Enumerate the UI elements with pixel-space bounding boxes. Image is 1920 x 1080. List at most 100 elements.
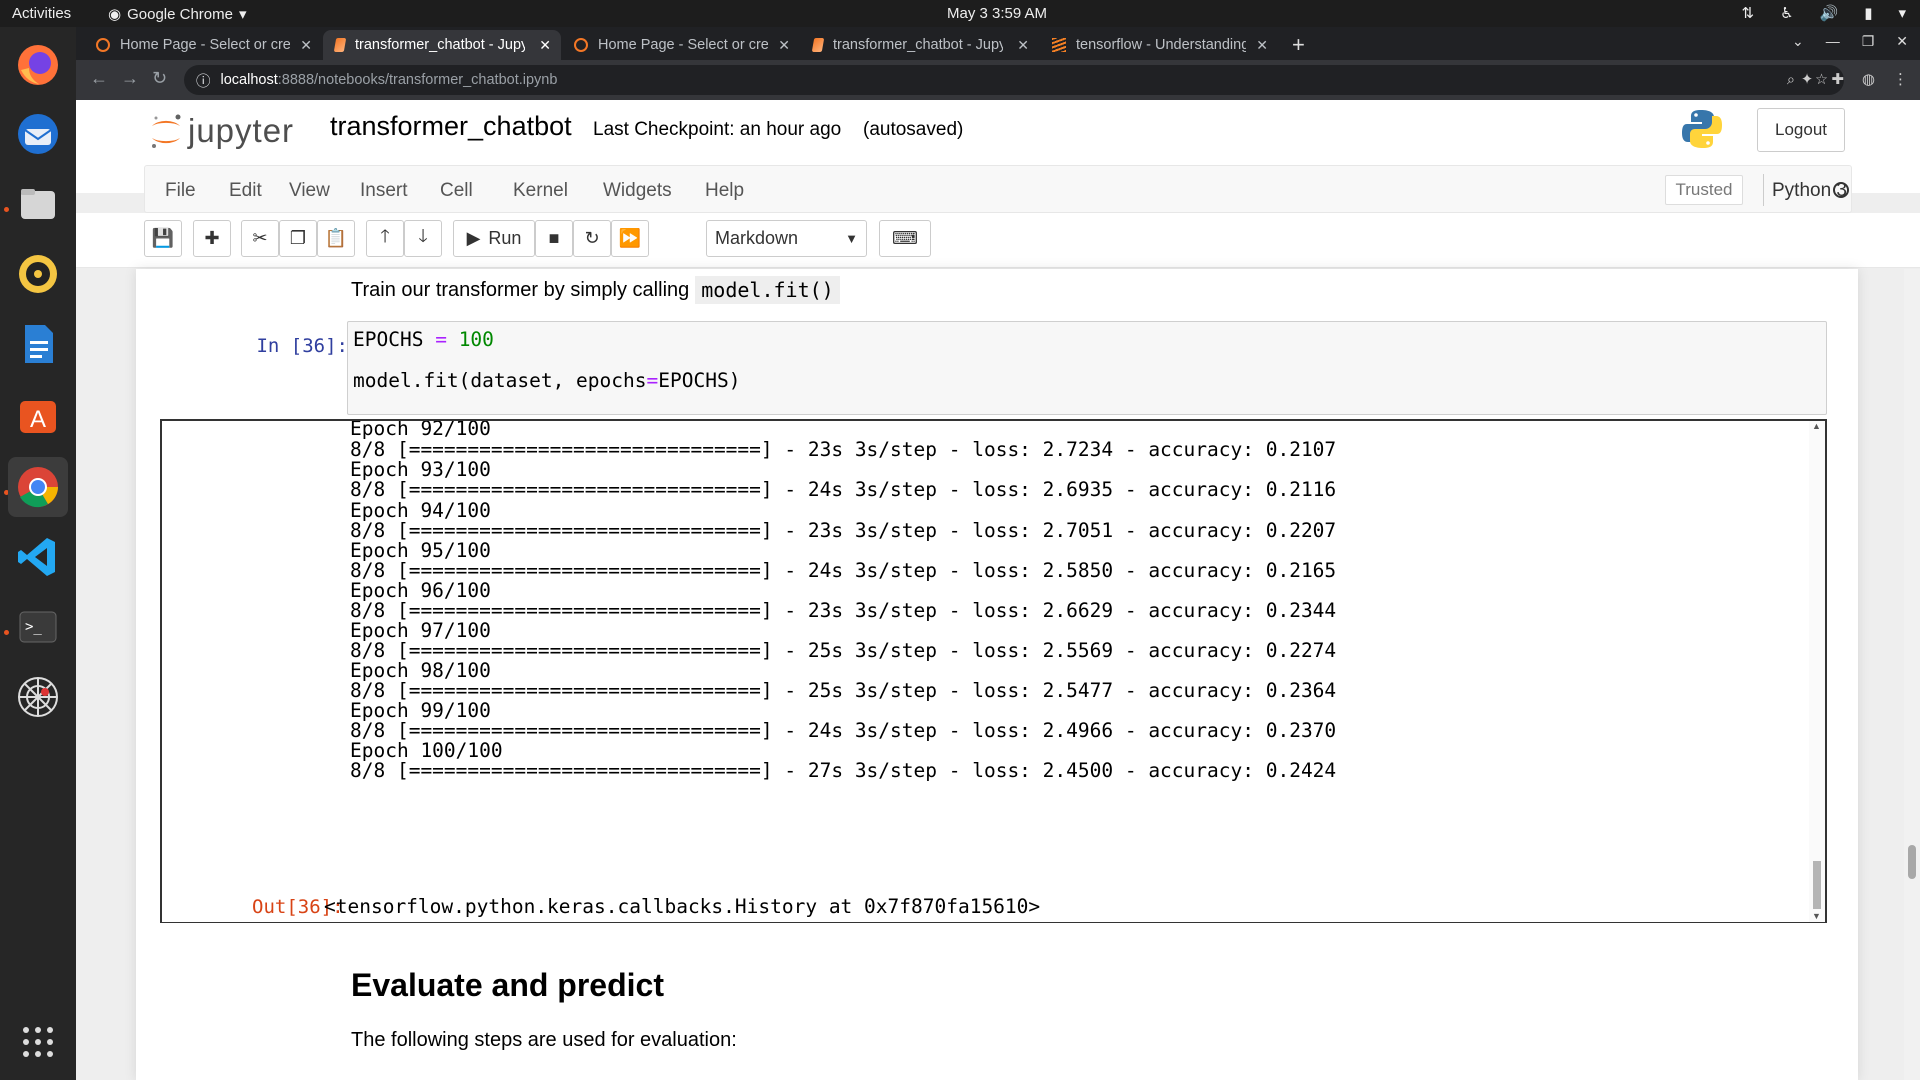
interrupt-button[interactable]: ■	[535, 220, 573, 257]
command-palette-button[interactable]: ⌨	[879, 220, 931, 257]
tab-notebook-2[interactable]: transformer_chatbot - Jupyter ✕	[801, 30, 1039, 60]
menu-help[interactable]: Help	[705, 180, 744, 202]
profile-avatar[interactable]: ◍	[1862, 70, 1875, 88]
svg-text:A: A	[30, 406, 46, 433]
cell-type-select[interactable]: Markdown ▼	[706, 220, 867, 257]
show-apps-button[interactable]	[8, 1012, 68, 1072]
restart-run-all-button[interactable]: ⏩	[611, 220, 649, 257]
clock[interactable]: May 3 3:59 AM	[947, 5, 1047, 22]
terminal-icon: >_	[19, 611, 57, 643]
page-scrollbar[interactable]	[1904, 269, 1920, 1080]
system-tray[interactable]: ⇅ ♿ 🔊 ▮ ▾	[1741, 4, 1906, 22]
output-line: 8/8 [==============================] - 2…	[350, 679, 1337, 702]
notebook-icon	[811, 38, 825, 52]
code-line: model.fit(dataset, epochs=EPOCHS)	[353, 369, 741, 392]
dock-terminal[interactable]: >_	[8, 597, 68, 657]
back-icon[interactable]: ←	[90, 68, 108, 89]
info-icon[interactable]: ⓘ	[196, 70, 211, 91]
tab-stackoverflow[interactable]: tensorflow - Understanding ✕	[1040, 30, 1278, 60]
move-down-button[interactable]: 🡓	[404, 220, 442, 257]
cut-button[interactable]: ✂	[241, 220, 279, 257]
power-menu-icon: ▾	[1898, 5, 1906, 22]
notebook-title[interactable]: transformer_chatbot	[330, 111, 572, 142]
minimize-icon[interactable]: —	[1826, 33, 1840, 50]
menu-edit[interactable]: Edit	[229, 180, 262, 202]
battery-icon: ▮	[1864, 5, 1873, 22]
tab-search-icon[interactable]: ⌄	[1792, 33, 1804, 50]
menu-insert[interactable]: Insert	[360, 180, 408, 202]
code-cell-editor[interactable]: EPOCHS = 100 model.fit(dataset, epochs=E…	[347, 321, 1827, 415]
trusted-badge[interactable]: Trusted	[1665, 175, 1743, 205]
logout-button[interactable]: Logout	[1757, 108, 1845, 152]
tab-title: Home Page - Select or create	[120, 37, 290, 53]
close-icon[interactable]: ✕	[300, 37, 312, 54]
restart-button[interactable]: ↻	[573, 220, 611, 257]
dock-writer[interactable]	[8, 314, 68, 374]
dock-chrome[interactable]	[8, 457, 68, 517]
copy-button[interactable]: ❐	[279, 220, 317, 257]
scroll-up-icon[interactable]: ▲	[1812, 421, 1821, 431]
zoom-icon[interactable]: ⌕	[1787, 72, 1795, 88]
output-scrollbar[interactable]: ▲ ▼	[1809, 421, 1825, 922]
scrollbar-thumb[interactable]	[1813, 861, 1821, 909]
arrow-up-icon: 🡑	[380, 225, 390, 246]
markdown-cell-intro[interactable]: Train our transformer by simply calling …	[351, 276, 840, 304]
paste-button[interactable]: 📋	[317, 220, 355, 257]
software-store-icon: A	[20, 401, 56, 433]
menu-cell[interactable]: Cell	[440, 180, 473, 202]
chrome-window: Home Page - Select or create ✕ transform…	[76, 27, 1920, 1080]
maximize-icon[interactable]: ❐	[1862, 33, 1875, 50]
puzzle-icon[interactable]: ✚	[1831, 70, 1844, 88]
menu-file[interactable]: File	[165, 180, 196, 202]
plus-icon: ✚	[204, 228, 220, 248]
scrollbar-thumb[interactable]	[1908, 845, 1916, 879]
url-bar[interactable]: ⓘ localhost:8888/notebooks/transformer_c…	[184, 65, 1844, 95]
url-path: :8888/notebooks/transformer_chatbot.ipyn…	[277, 72, 558, 88]
dock-firefox[interactable]	[8, 35, 68, 95]
output-line: 8/8 [==============================] - 2…	[350, 599, 1337, 622]
close-icon[interactable]: ✕	[778, 37, 790, 54]
run-button[interactable]: ▶ Run	[453, 220, 535, 257]
fast-forward-icon: ⏩	[618, 228, 642, 248]
cell-output-area[interactable]: Epoch 92/100 8/8 [======================…	[160, 419, 1827, 923]
stream-output: Epoch 92/100 8/8 [======================…	[162, 421, 1802, 877]
menu-widgets[interactable]: Widgets	[603, 180, 672, 202]
spider-web-icon	[18, 677, 58, 717]
close-icon[interactable]: ✕	[1017, 37, 1029, 54]
new-tab-button[interactable]: +	[1292, 32, 1305, 58]
divider	[1763, 174, 1764, 206]
dock-network-tool[interactable]	[8, 667, 68, 727]
scroll-down-icon[interactable]: ▼	[1812, 911, 1821, 921]
tab-home-2[interactable]: Home Page - Select or create ✕	[562, 30, 800, 60]
dock: A >_	[0, 27, 76, 1080]
kebab-menu-icon[interactable]: ⋮	[1893, 70, 1908, 88]
forward-icon[interactable]: →	[121, 68, 139, 89]
reload-icon[interactable]: ↻	[152, 68, 167, 89]
volume-icon: 🔊	[1819, 5, 1839, 22]
app-menu[interactable]: ◉ Google Chrome ▾	[108, 5, 247, 24]
output-prompt: Out[36]:	[252, 896, 344, 918]
extension-icon[interactable]: ✦	[1801, 70, 1814, 88]
close-icon[interactable]: ✕	[539, 37, 551, 54]
tab-notebook-active[interactable]: transformer_chatbot - Jupyter ✕	[323, 30, 561, 60]
dock-software[interactable]: A	[8, 384, 68, 444]
close-window-icon[interactable]: ✕	[1896, 33, 1908, 50]
dock-files[interactable]	[8, 174, 68, 234]
insert-cell-button[interactable]: ✚	[193, 220, 231, 257]
dock-rhythmbox[interactable]	[8, 244, 68, 304]
menu-view[interactable]: View	[289, 180, 330, 202]
close-icon[interactable]: ✕	[1256, 37, 1268, 54]
dock-vscode[interactable]	[8, 527, 68, 587]
output-line: 8/8 [==============================] - 2…	[350, 639, 1337, 662]
activities-button[interactable]: Activities	[12, 5, 71, 22]
markdown-text: The following steps are used for evaluat…	[351, 1029, 737, 1051]
move-up-button[interactable]: 🡑	[366, 220, 404, 257]
tab-home-1[interactable]: Home Page - Select or create ✕	[84, 30, 322, 60]
save-button[interactable]: 💾	[144, 220, 182, 257]
output-line: 8/8 [==============================] - 2…	[350, 519, 1337, 542]
app-menu-label: Google Chrome	[127, 5, 233, 23]
dock-thunderbird[interactable]	[8, 104, 68, 164]
menu-kernel[interactable]: Kernel	[513, 180, 568, 202]
jupyter-logo[interactable]: jupyter	[148, 108, 294, 154]
inline-code: model.fit()	[695, 276, 840, 304]
